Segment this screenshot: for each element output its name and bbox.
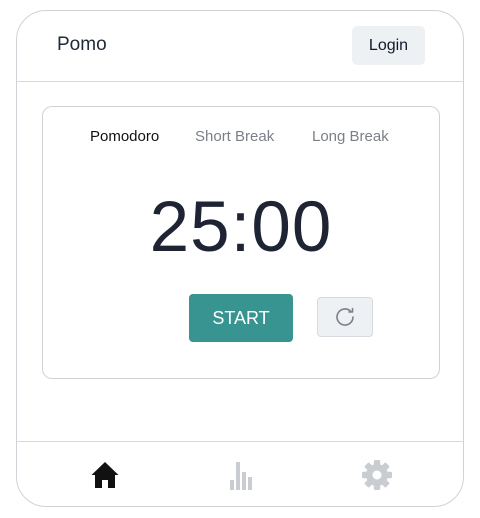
gear-icon	[362, 460, 392, 490]
tab-pomodoro[interactable]: Pomodoro	[90, 128, 159, 145]
app-window: Pomo Login Pomodoro Short Break Long Bre…	[16, 10, 464, 507]
start-button[interactable]: START	[189, 294, 293, 342]
timer-card: Pomodoro Short Break Long Break 25:00 ST…	[42, 106, 440, 379]
nav-home[interactable]	[89, 459, 121, 491]
timer-display: 25:00	[149, 188, 333, 267]
home-icon	[91, 462, 119, 488]
refresh-icon	[336, 307, 354, 326]
login-button[interactable]: Login	[352, 26, 425, 65]
header: Pomo Login	[17, 11, 463, 82]
bar-chart-icon	[230, 462, 252, 490]
tab-long-break[interactable]: Long Break	[312, 128, 389, 145]
tab-short-break[interactable]: Short Break	[195, 128, 274, 145]
bottom-nav	[17, 441, 463, 508]
app-title: Pomo	[57, 34, 107, 55]
nav-settings[interactable]	[361, 459, 393, 491]
reset-button[interactable]	[317, 297, 373, 337]
nav-stats[interactable]	[225, 459, 257, 491]
